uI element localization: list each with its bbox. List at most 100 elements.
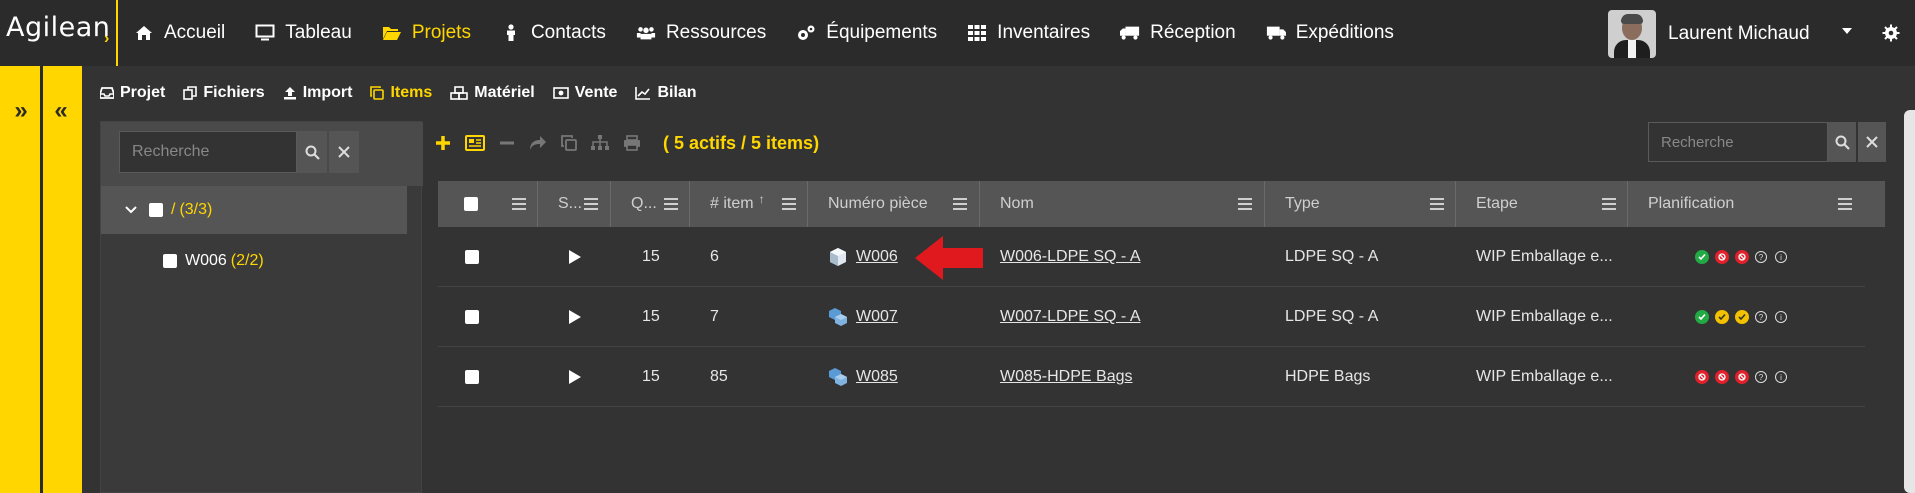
column-menu-icon[interactable] (1430, 198, 1444, 210)
subnav-fichiers[interactable]: Fichiers (183, 84, 265, 102)
column-header-label: Q... (631, 195, 657, 212)
column-header-etape[interactable]: Etape (1476, 181, 1518, 227)
sitemap-icon[interactable] (591, 135, 609, 151)
tree-node-count: (2/2) (230, 252, 264, 269)
row-checkbox[interactable] (465, 310, 479, 324)
row-checkbox[interactable] (465, 370, 479, 384)
user-menu[interactable]: Laurent Michaud (1608, 10, 1810, 58)
column-header-q[interactable]: Q... (631, 181, 657, 227)
column-header-label: Type (1285, 195, 1320, 212)
column-menu-icon[interactable] (1838, 198, 1852, 210)
subnav-import[interactable]: Import (283, 84, 352, 102)
grid-search-input[interactable] (1648, 122, 1828, 162)
copy-icon[interactable] (561, 135, 577, 151)
cubes-icon (828, 307, 848, 327)
part-number-link[interactable]: W006 (856, 248, 898, 266)
part-number-link[interactable]: W007 (856, 308, 898, 326)
subnav-bilan[interactable]: Bilan (635, 84, 697, 102)
expand-icon[interactable]: » (6, 96, 36, 126)
table-row[interactable]: 15 7 W007 W007-LDPE SQ - A LDPE SQ - A W… (438, 287, 1865, 347)
sort-asc-icon: ↑ (758, 192, 765, 206)
row-checkbox[interactable] (465, 250, 479, 264)
select-all-column[interactable] (464, 181, 478, 227)
column-menu-icon[interactable] (782, 198, 796, 210)
tree-search-input[interactable] (119, 131, 297, 173)
column-menu-icon[interactable] (664, 198, 678, 210)
scrollbar[interactable] (1904, 110, 1915, 493)
column-header-item[interactable]: # item ↑ (710, 181, 765, 227)
money-icon (552, 87, 569, 99)
cell-type: LDPE SQ - A (1285, 248, 1379, 265)
select-all-checkbox[interactable] (464, 197, 478, 211)
column-header-nom[interactable]: Nom (1000, 181, 1034, 227)
subnav-label: Projet (120, 84, 166, 101)
close-icon[interactable] (1858, 122, 1886, 162)
column-menu-icon[interactable] (1602, 198, 1616, 210)
item-name-link[interactable]: W006-LDPE SQ - A (1000, 248, 1141, 266)
play-icon[interactable] (569, 370, 581, 384)
column-header-s[interactable]: S... (558, 181, 582, 227)
agilean-logo[interactable]: Agilean › (0, 0, 118, 66)
chevron-down-icon[interactable] (125, 206, 137, 214)
tree-node-w006[interactable]: W006 (2/2) (101, 244, 407, 278)
table-row[interactable]: 15 85 W085 W085-HDPE Bags HDPE Bags WIP … (438, 347, 1865, 407)
nav-item-contacts[interactable]: Contacts (501, 0, 606, 66)
column-header-type[interactable]: Type (1285, 181, 1320, 227)
subnav-vente[interactable]: Vente (552, 84, 617, 102)
tree-node-root[interactable]: / (3/3) (101, 186, 407, 234)
nav-item-label: Tableau (285, 22, 352, 43)
nav-item-inventaires[interactable]: Inventaires (967, 0, 1090, 66)
column-menu-icon[interactable] (953, 198, 967, 210)
nav-item-reception[interactable]: Réception (1120, 0, 1236, 66)
check-icon (1715, 310, 1729, 324)
question-icon[interactable]: ? (1755, 251, 1767, 263)
info-icon[interactable]: i (1775, 371, 1787, 383)
nav-item-accueil[interactable]: Accueil (134, 0, 225, 66)
part-number-link[interactable]: W085 (856, 368, 898, 386)
column-menu-icon[interactable] (1238, 198, 1252, 210)
column-menu-icon[interactable] (512, 198, 526, 210)
copy-icon (370, 86, 385, 100)
users-icon (636, 23, 656, 43)
question-icon[interactable]: ? (1755, 371, 1767, 383)
collapse-icon[interactable]: « (46, 96, 76, 126)
subnav-projet[interactable]: Projet (100, 84, 165, 102)
minus-icon[interactable] (499, 135, 515, 151)
search-icon[interactable] (297, 131, 327, 173)
chevron-down-icon[interactable] (1842, 28, 1852, 34)
close-icon[interactable] (329, 131, 359, 173)
item-name-link[interactable]: W085-HDPE Bags (1000, 368, 1133, 386)
subnav-materiel[interactable]: Matériel (450, 84, 535, 102)
item-name-link[interactable]: W007-LDPE SQ - A (1000, 308, 1141, 326)
table-row[interactable]: 15 6 W006 W006-LDPE SQ - A LDPE SQ - A W… (438, 227, 1865, 287)
cell-item-number: 6 (710, 248, 719, 265)
question-icon[interactable]: ? (1755, 311, 1767, 323)
nav-item-tableau[interactable]: Tableau (255, 0, 352, 66)
logo-chevron-icon: › (104, 30, 110, 47)
subnav-items[interactable]: Items (370, 84, 432, 102)
play-icon[interactable] (569, 250, 581, 264)
nav-item-projets[interactable]: Projets (382, 0, 471, 66)
column-menu-icon[interactable] (584, 198, 598, 210)
info-icon[interactable]: i (1775, 251, 1787, 263)
tree-node-label: / (171, 201, 176, 218)
nav-item-label: Équipements (826, 22, 938, 43)
info-icon[interactable]: i (1775, 311, 1787, 323)
nav-item-expeditions[interactable]: Expéditions (1266, 0, 1394, 66)
tree-node-checkbox[interactable] (163, 254, 177, 268)
nav-item-equipements[interactable]: Équipements (796, 0, 937, 66)
shipping-truck-icon (1266, 23, 1286, 43)
tree-node-checkbox[interactable] (149, 203, 163, 217)
nav-item-label: Contacts (530, 22, 606, 43)
monitor-icon (255, 23, 275, 43)
print-icon[interactable] (623, 135, 641, 151)
share-icon[interactable] (529, 135, 547, 151)
play-icon[interactable] (569, 310, 581, 324)
nav-item-ressources[interactable]: Ressources (636, 0, 766, 66)
search-icon[interactable] (1828, 122, 1856, 162)
newspaper-icon[interactable] (465, 135, 485, 151)
gear-icon[interactable] (1882, 24, 1900, 47)
column-header-numero-piece[interactable]: Numéro pièce (828, 181, 928, 227)
plus-icon[interactable] (435, 135, 451, 151)
column-header-planification[interactable]: Planification (1648, 181, 1734, 227)
